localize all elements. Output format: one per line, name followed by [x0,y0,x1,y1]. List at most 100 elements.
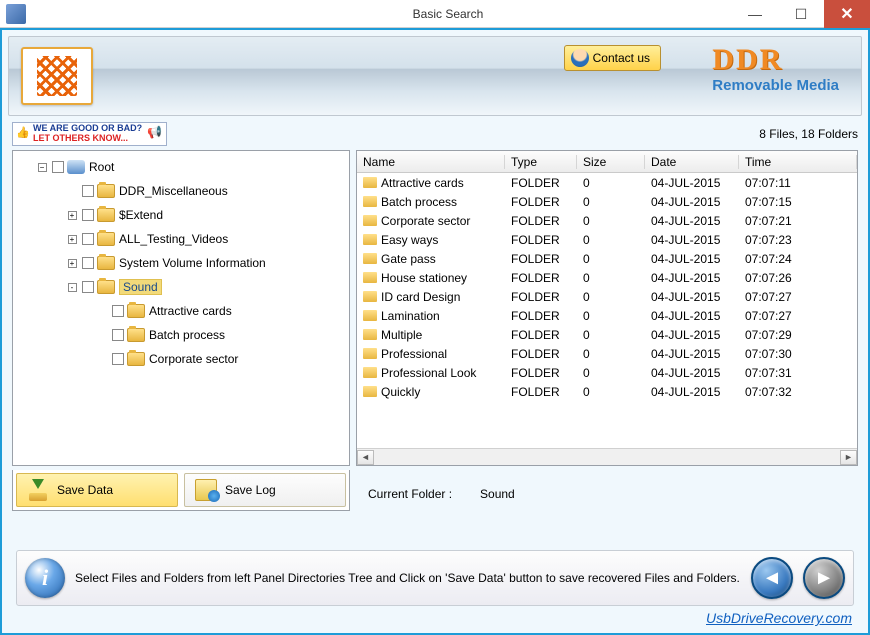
save-icon [27,479,49,501]
folder-icon [363,196,377,207]
forward-button[interactable]: ► [803,557,845,599]
col-time[interactable]: Time [739,155,857,169]
table-row[interactable]: QuicklyFOLDER004-JUL-201507:07:32 [357,382,857,401]
table-row[interactable]: Gate passFOLDER004-JUL-201507:07:24 [357,249,857,268]
tree-label: Attractive cards [149,304,232,318]
file-folder-count: 8 Files, 18 Folders [759,127,858,141]
tree-item[interactable]: Batch process [95,323,347,347]
tree-item[interactable]: DDR_Miscellaneous [65,179,347,203]
checkbox[interactable] [112,329,124,341]
scroll-left-icon[interactable]: ◄ [357,450,374,465]
tree-label: Batch process [149,328,225,342]
tree-item[interactable]: Attractive cards [95,299,347,323]
h-scrollbar[interactable]: ◄ ► [357,448,857,465]
checkbox[interactable] [82,257,94,269]
save-log-button[interactable]: Save Log [184,473,346,507]
cell-time: 07:07:29 [739,328,857,342]
scroll-track[interactable] [374,450,840,465]
col-date[interactable]: Date [645,155,739,169]
tree-item[interactable]: +$Extend [65,203,347,227]
file-list-panel: Name Type Size Date Time Attractive card… [356,150,858,466]
checkbox[interactable] [82,233,94,245]
footer-text: Select Files and Folders from left Panel… [75,571,741,585]
expand-icon[interactable]: + [68,211,77,220]
checkbox[interactable] [112,353,124,365]
table-row[interactable]: Professional LookFOLDER004-JUL-201507:07… [357,363,857,382]
cell-name: Professional Look [381,366,476,380]
checkbox[interactable] [82,281,94,293]
table-row[interactable]: LaminationFOLDER004-JUL-201507:07:27 [357,306,857,325]
table-row[interactable]: Easy waysFOLDER004-JUL-201507:07:23 [357,230,857,249]
tree-label: ALL_Testing_Videos [119,232,228,246]
table-body[interactable]: Attractive cardsFOLDER004-JUL-201507:07:… [357,173,857,448]
table-row[interactable]: MultipleFOLDER004-JUL-201507:07:29 [357,325,857,344]
cell-name: Multiple [381,328,422,342]
table-row[interactable]: Batch processFOLDER004-JUL-201507:07:15 [357,192,857,211]
folder-icon [97,232,115,246]
maximize-button[interactable]: ☐ [778,0,824,28]
checkbox[interactable] [112,305,124,317]
cell-time: 07:07:30 [739,347,857,361]
tree-item[interactable]: Corporate sector [95,347,347,371]
table-row[interactable]: ProfessionalFOLDER004-JUL-201507:07:30 [357,344,857,363]
cell-size: 0 [577,347,645,361]
tree-scroll[interactable]: − Root DDR_Miscellaneous+$Extend+ALL_Tes… [13,151,349,465]
expand-icon[interactable]: + [68,235,77,244]
folder-icon [363,234,377,245]
table-row[interactable]: House stationeyFOLDER004-JUL-201507:07:2… [357,268,857,287]
cell-size: 0 [577,176,645,190]
table-row[interactable]: Corporate sectorFOLDER004-JUL-201507:07:… [357,211,857,230]
save-data-button[interactable]: Save Data [16,473,178,507]
folder-icon [363,177,377,188]
header-banner: Contact us DDR Removable Media [8,36,862,116]
contact-label: Contact us [593,51,650,65]
feedback-promo[interactable]: 👍 WE ARE GOOD OR BAD? LET OTHERS KNOW...… [12,122,167,146]
collapse-icon[interactable]: - [68,283,77,292]
collapse-icon[interactable]: − [38,163,47,172]
cell-name: Professional [381,347,447,361]
cell-time: 07:07:27 [739,290,857,304]
tree-item[interactable]: + ALL_Testing_Videos [65,227,347,251]
cell-name: Gate pass [381,252,436,266]
cell-size: 0 [577,252,645,266]
cell-time: 07:07:24 [739,252,857,266]
site-link[interactable]: UsbDriveRecovery.com [2,610,852,626]
cell-size: 0 [577,195,645,209]
current-folder-value: Sound [480,487,515,501]
cell-time: 07:07:11 [739,176,857,190]
scroll-right-icon[interactable]: ► [840,450,857,465]
tree-label: Root [89,160,114,174]
checkbox[interactable] [82,185,94,197]
cell-date: 04-JUL-2015 [645,328,739,342]
folder-icon [127,328,145,342]
folder-icon [363,215,377,226]
cell-size: 0 [577,271,645,285]
expand-icon[interactable]: + [68,259,77,268]
folder-icon [363,310,377,321]
checkbox[interactable] [82,209,94,221]
table-header: Name Type Size Date Time [357,151,857,173]
cell-name: Batch process [381,195,457,209]
col-size[interactable]: Size [577,155,645,169]
back-button[interactable]: ◄ [751,557,793,599]
col-name[interactable]: Name [357,155,505,169]
folder-icon [363,367,377,378]
window-controls: — ☐ ✕ [732,0,870,28]
tree-item[interactable]: +System Volume Information [65,251,347,275]
table-row[interactable]: Attractive cardsFOLDER004-JUL-201507:07:… [357,173,857,192]
cell-date: 04-JUL-2015 [645,252,739,266]
folder-icon [97,280,115,294]
checkbox[interactable] [52,161,64,173]
cell-date: 04-JUL-2015 [645,290,739,304]
tree-root[interactable]: − Root [35,155,347,179]
tree-item[interactable]: -Sound [65,275,347,299]
contact-us-button[interactable]: Contact us [564,45,661,71]
minimize-button[interactable]: — [732,0,778,28]
folder-icon [363,291,377,302]
close-button[interactable]: ✕ [824,0,870,28]
cell-type: FOLDER [505,233,577,247]
col-type[interactable]: Type [505,155,577,169]
folder-icon [97,184,115,198]
cell-date: 04-JUL-2015 [645,385,739,399]
table-row[interactable]: ID card DesignFOLDER004-JUL-201507:07:27 [357,287,857,306]
